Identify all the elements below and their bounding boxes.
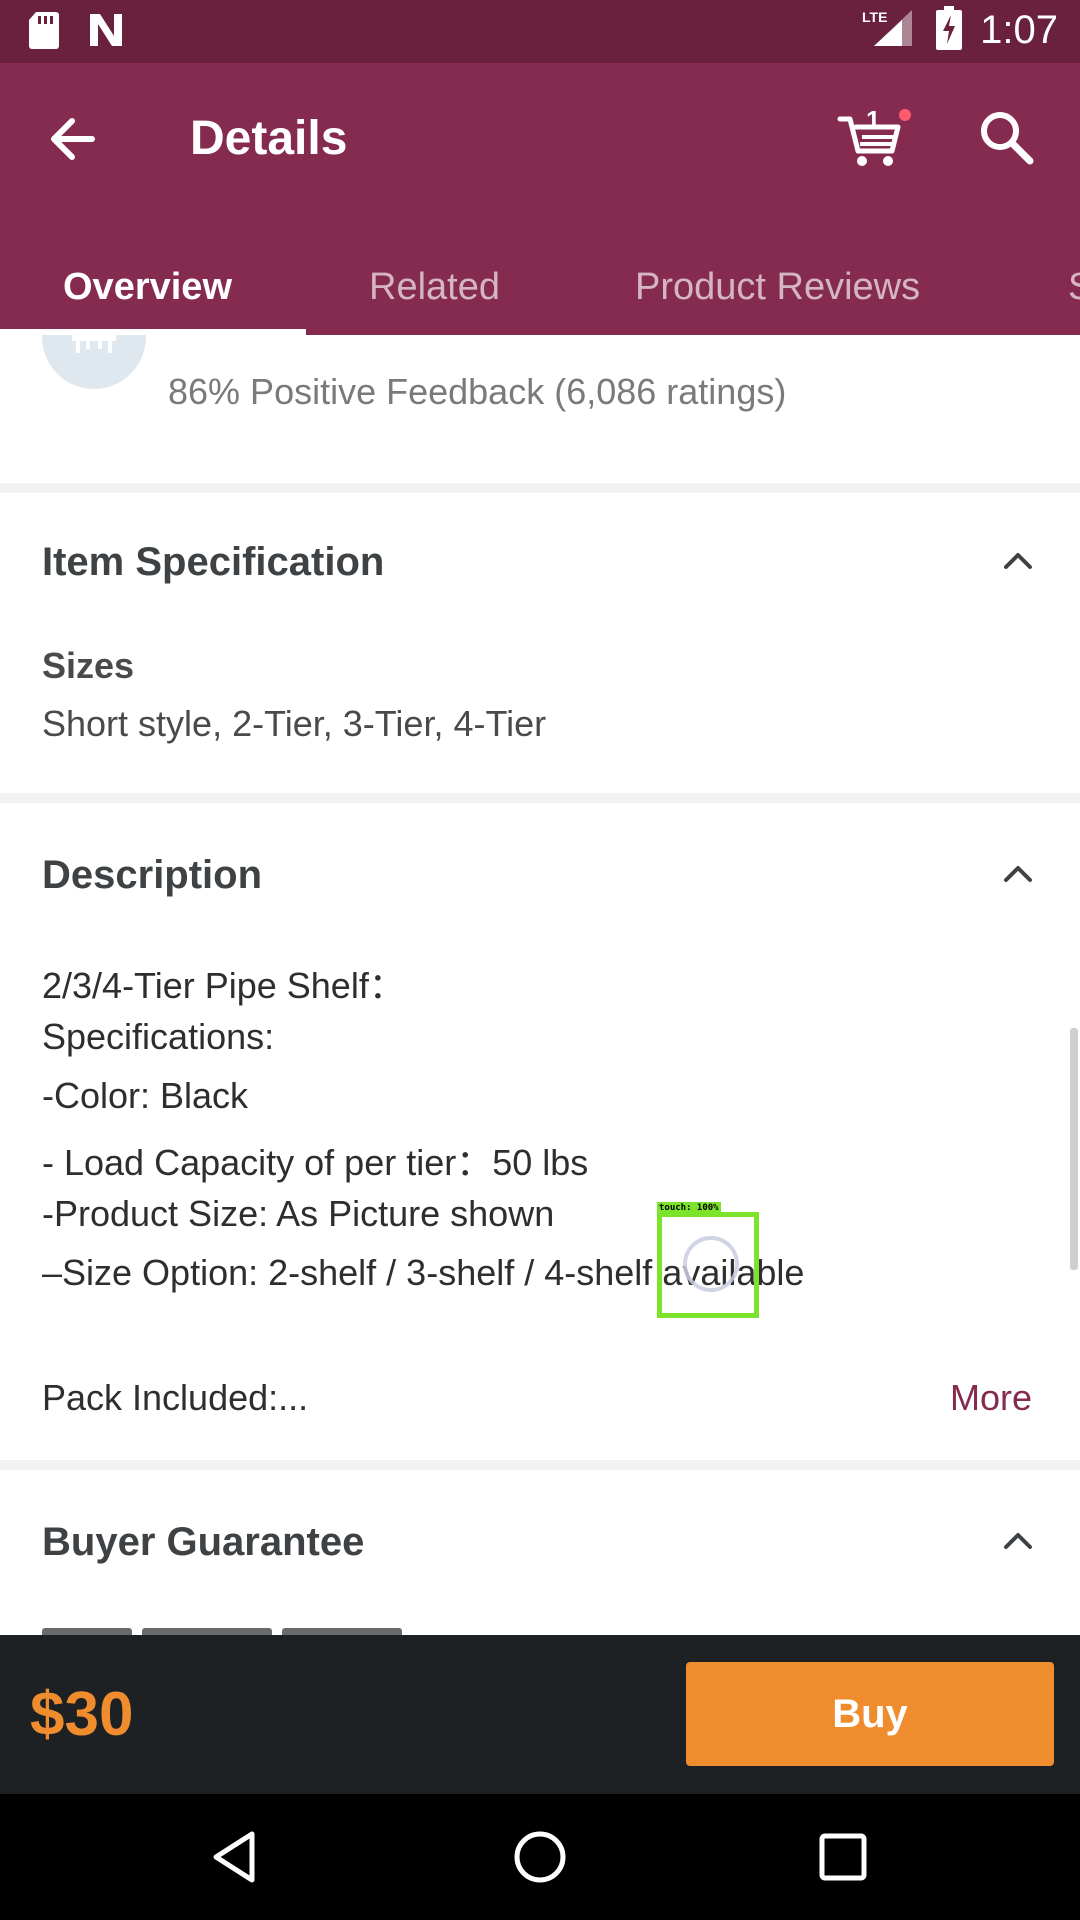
buyer-guarantee-peek bbox=[42, 1625, 442, 1635]
tab-bar: Overview Related Product Reviews S bbox=[0, 249, 1080, 335]
price: $30 bbox=[30, 1680, 134, 1749]
touch-indicator-circle bbox=[683, 1236, 739, 1292]
description-line: -Color: Black bbox=[42, 1075, 249, 1116]
sd-card-icon bbox=[28, 10, 60, 55]
tab-product-reviews[interactable]: Product Reviews bbox=[635, 249, 920, 335]
back-arrow-icon[interactable] bbox=[44, 109, 104, 169]
signal-icon: LTE bbox=[862, 8, 918, 53]
chevron-up-icon[interactable] bbox=[1000, 1523, 1036, 1559]
search-icon[interactable] bbox=[978, 109, 1036, 167]
nav-back-icon[interactable] bbox=[202, 1822, 272, 1892]
nav-recents-icon[interactable] bbox=[808, 1822, 878, 1892]
cart-count-badge: 1 bbox=[866, 105, 881, 135]
n-notification-icon bbox=[86, 10, 126, 55]
svg-text:LTE: LTE bbox=[862, 9, 887, 25]
buy-bar: $30 Buy bbox=[0, 1635, 1080, 1794]
description-line: - Load Capacity of per tier：50 lbs bbox=[42, 1142, 589, 1183]
battery-charging-icon bbox=[936, 6, 963, 55]
more-link[interactable]: More bbox=[950, 1377, 1032, 1419]
seller-feedback: 86% Positive Feedback (6,086 ratings) bbox=[168, 371, 787, 412]
item-specification-title[interactable]: Item Specification bbox=[42, 540, 384, 585]
seller-avatar bbox=[42, 335, 146, 389]
section-divider bbox=[0, 483, 1080, 493]
chevron-up-icon[interactable] bbox=[1000, 543, 1036, 579]
seller-row[interactable]: 86% Positive Feedback (6,086 ratings) bbox=[0, 335, 1080, 483]
content-scroll-area[interactable]: 86% Positive Feedback (6,086 ratings) It… bbox=[0, 335, 1080, 1635]
navigation-bar bbox=[0, 1794, 1080, 1920]
scrollbar[interactable] bbox=[1070, 1028, 1078, 1270]
status-time: 1:07 bbox=[980, 8, 1058, 52]
buy-button[interactable]: Buy bbox=[686, 1662, 1054, 1766]
nav-home-icon[interactable] bbox=[505, 1822, 575, 1892]
screen: LTE 1:07 Details 1 Overview Related Prod… bbox=[0, 0, 1080, 1920]
tab-related[interactable]: Related bbox=[369, 249, 500, 335]
sizes-label: Sizes bbox=[42, 645, 135, 686]
tab-overview[interactable]: Overview bbox=[63, 249, 232, 335]
description-line: 2/3/4-Tier Pipe Shelf： bbox=[42, 965, 405, 1006]
section-divider bbox=[0, 1460, 1080, 1470]
buyer-guarantee-title[interactable]: Buyer Guarantee bbox=[42, 1520, 364, 1565]
description-line: Specifications: bbox=[42, 1016, 275, 1057]
section-divider bbox=[0, 793, 1080, 803]
description-title[interactable]: Description bbox=[42, 853, 262, 898]
status-bar: LTE 1:07 bbox=[0, 0, 1080, 63]
pack-included-text: Pack Included:... bbox=[42, 1377, 309, 1418]
app-bar: Details 1 Overview Related Product Revie… bbox=[0, 63, 1080, 335]
cart-notification-dot bbox=[899, 109, 911, 121]
page-title: Details bbox=[190, 112, 348, 165]
sizes-value: Short style, 2-Tier, 3-Tier, 4-Tier bbox=[42, 703, 547, 744]
chevron-up-icon[interactable] bbox=[1000, 856, 1036, 892]
tab-more[interactable]: S bbox=[1068, 249, 1080, 335]
